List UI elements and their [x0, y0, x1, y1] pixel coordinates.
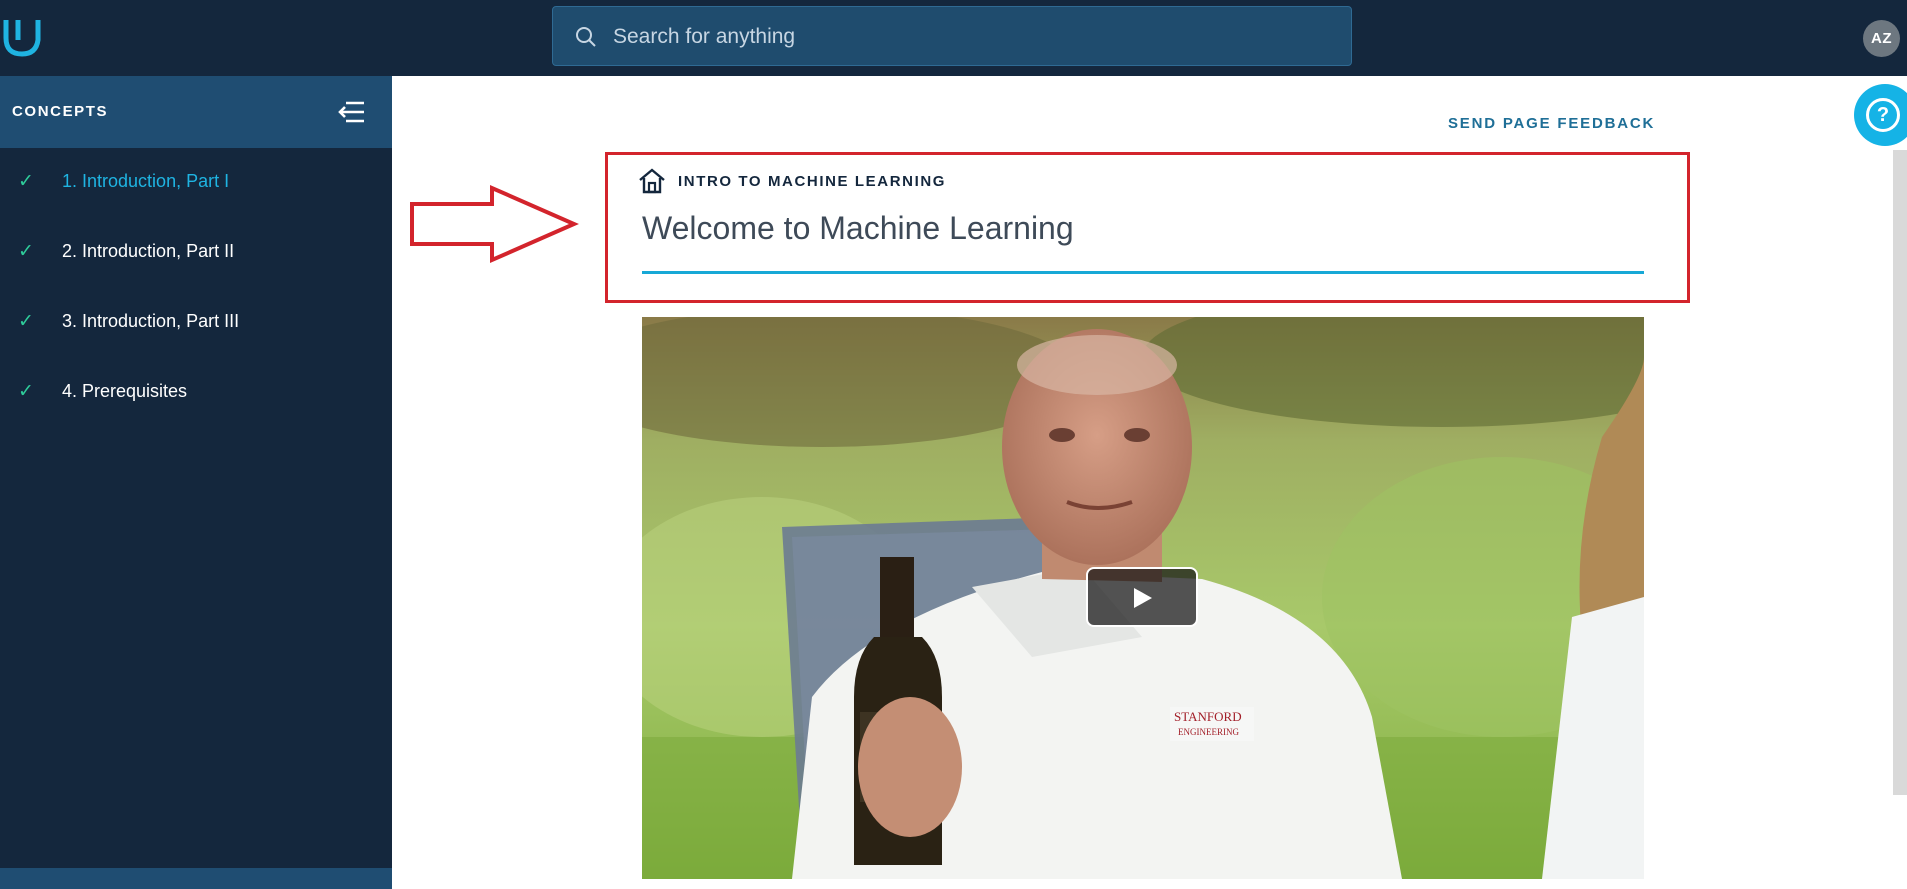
title-underline [642, 271, 1644, 274]
top-navigation-bar: AZ [0, 0, 1907, 76]
help-icon: ? [1866, 98, 1900, 132]
help-button[interactable]: ? [1854, 84, 1907, 146]
sidebar-footer [0, 868, 392, 889]
video-play-button[interactable] [1086, 567, 1198, 627]
search-input[interactable] [613, 17, 1313, 57]
shirt-logo-text: STANFORD [1174, 709, 1242, 724]
concept-item-prerequisites[interactable]: ✓ 4. Prerequisites [0, 358, 392, 428]
lesson-name: INTRO TO MACHINE LEARNING [678, 172, 947, 190]
concept-item-label: 3. Introduction, Part III [62, 311, 240, 331]
send-page-feedback-link[interactable]: SEND PAGE FEEDBACK [1448, 115, 1655, 132]
page-scrollbar[interactable] [1893, 150, 1907, 795]
home-icon [639, 168, 665, 194]
sidebar-header: CONCEPTS [0, 76, 392, 148]
lesson-breadcrumb[interactable]: INTRO TO MACHINE LEARNING [638, 168, 946, 194]
search-icon [576, 27, 596, 47]
right-arrow-icon [410, 184, 579, 264]
checkmark-icon: ✓ [18, 381, 34, 402]
concept-item-label: 4. Prerequisites [62, 381, 188, 401]
concepts-sidebar: CONCEPTS ✓ 1. Introduction, Part I ✓ 2. … [0, 76, 392, 889]
concept-item-introduction-part-1[interactable]: ✓ 1. Introduction, Part I [0, 148, 392, 218]
checkmark-icon: ✓ [18, 241, 34, 262]
play-icon [1134, 588, 1152, 608]
sidebar-title: CONCEPTS [12, 103, 109, 120]
collapse-menu-icon[interactable] [338, 98, 366, 126]
concept-item-introduction-part-2[interactable]: ✓ 2. Introduction, Part II [0, 218, 392, 288]
udacity-logo-icon[interactable] [0, 12, 48, 60]
user-avatar[interactable]: AZ [1863, 20, 1900, 57]
svg-text:ENGINEERING: ENGINEERING [1178, 727, 1239, 737]
search-bar[interactable] [552, 6, 1352, 66]
concept-item-introduction-part-3[interactable]: ✓ 3. Introduction, Part III [0, 288, 392, 358]
concept-title: Welcome to Machine Learning [642, 210, 1074, 246]
checkmark-icon: ✓ [18, 311, 34, 332]
concept-item-label: 2. Introduction, Part II [62, 241, 235, 261]
concept-item-label: 1. Introduction, Part I [62, 171, 230, 191]
checkmark-icon: ✓ [18, 171, 34, 192]
concept-list: ✓ 1. Introduction, Part I ✓ 2. Introduct… [0, 148, 392, 428]
